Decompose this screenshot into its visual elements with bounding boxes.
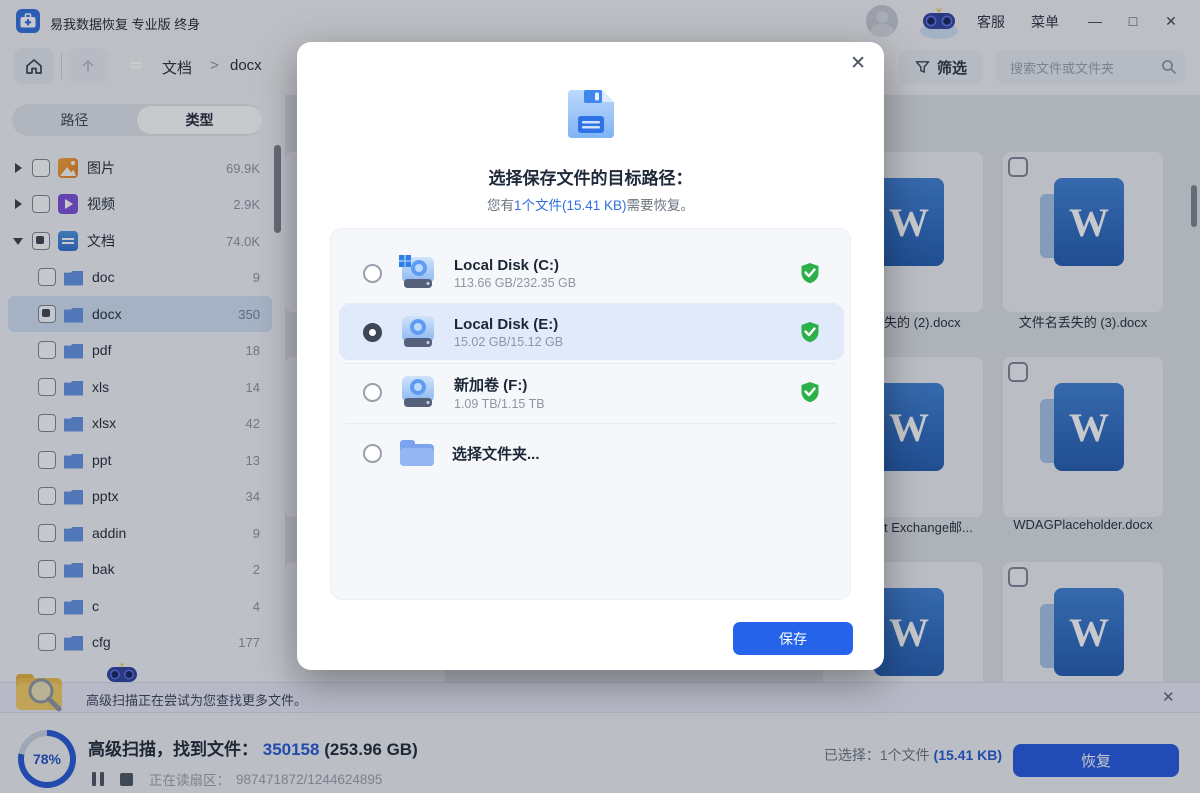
target-option-disk-e[interactable]: Local Disk (E:) 15.02 GB/15.12 GB	[339, 304, 844, 360]
system-disk-icon	[398, 255, 438, 291]
disk-name: Local Disk (C:)	[454, 257, 576, 274]
disk-size: 1.09 TB/1.15 TB	[454, 397, 545, 411]
subtitle-suffix: 需要恢复。	[627, 198, 695, 213]
subtitle-highlight: 1个文件(15.41 KB)	[514, 198, 627, 213]
dialog-close-icon[interactable]: ✕	[850, 52, 866, 75]
save-dialog: ✕ 选择保存文件的目标路径： 您有1个文件(15.41 KB)需要恢复。	[297, 42, 884, 670]
target-option-browse-folder[interactable]: 选择文件夹...	[339, 425, 844, 481]
target-option-disk-c[interactable]: Local Disk (C:) 113.66 GB/232.35 GB	[339, 245, 844, 301]
target-list: Local Disk (C:) 113.66 GB/232.35 GB	[330, 228, 851, 600]
save-button[interactable]: 保存	[733, 622, 853, 655]
dialog-subtitle: 您有1个文件(15.41 KB)需要恢复。	[297, 194, 884, 214]
radio-button[interactable]	[363, 383, 382, 402]
subtitle-prefix: 您有	[487, 198, 514, 213]
disk-name: Local Disk (E:)	[454, 316, 563, 333]
divider	[345, 423, 836, 424]
dialog-title: 选择保存文件的目标路径：	[297, 164, 884, 189]
app-window: 易我数据恢复 专业版 终身 客服 菜单 — □ ✕ 文档 > d	[0, 0, 1200, 793]
shield-check-icon	[800, 262, 820, 284]
shield-check-icon	[800, 381, 820, 403]
target-option-disk-f[interactable]: 新加卷 (F:) 1.09 TB/1.15 TB	[339, 364, 844, 420]
browse-label: 选择文件夹...	[452, 443, 540, 464]
radio-button[interactable]	[363, 264, 382, 283]
disk-icon	[398, 374, 438, 410]
floppy-disk-icon	[562, 86, 618, 142]
radio-button[interactable]	[363, 444, 382, 463]
shield-check-icon	[800, 321, 820, 343]
folder-icon	[398, 437, 436, 469]
disk-icon	[398, 314, 438, 350]
disk-size: 15.02 GB/15.12 GB	[454, 335, 563, 349]
disk-name: 新加卷 (F:)	[454, 374, 545, 395]
radio-button-selected[interactable]	[363, 323, 382, 342]
disk-size: 113.66 GB/232.35 GB	[454, 276, 576, 290]
